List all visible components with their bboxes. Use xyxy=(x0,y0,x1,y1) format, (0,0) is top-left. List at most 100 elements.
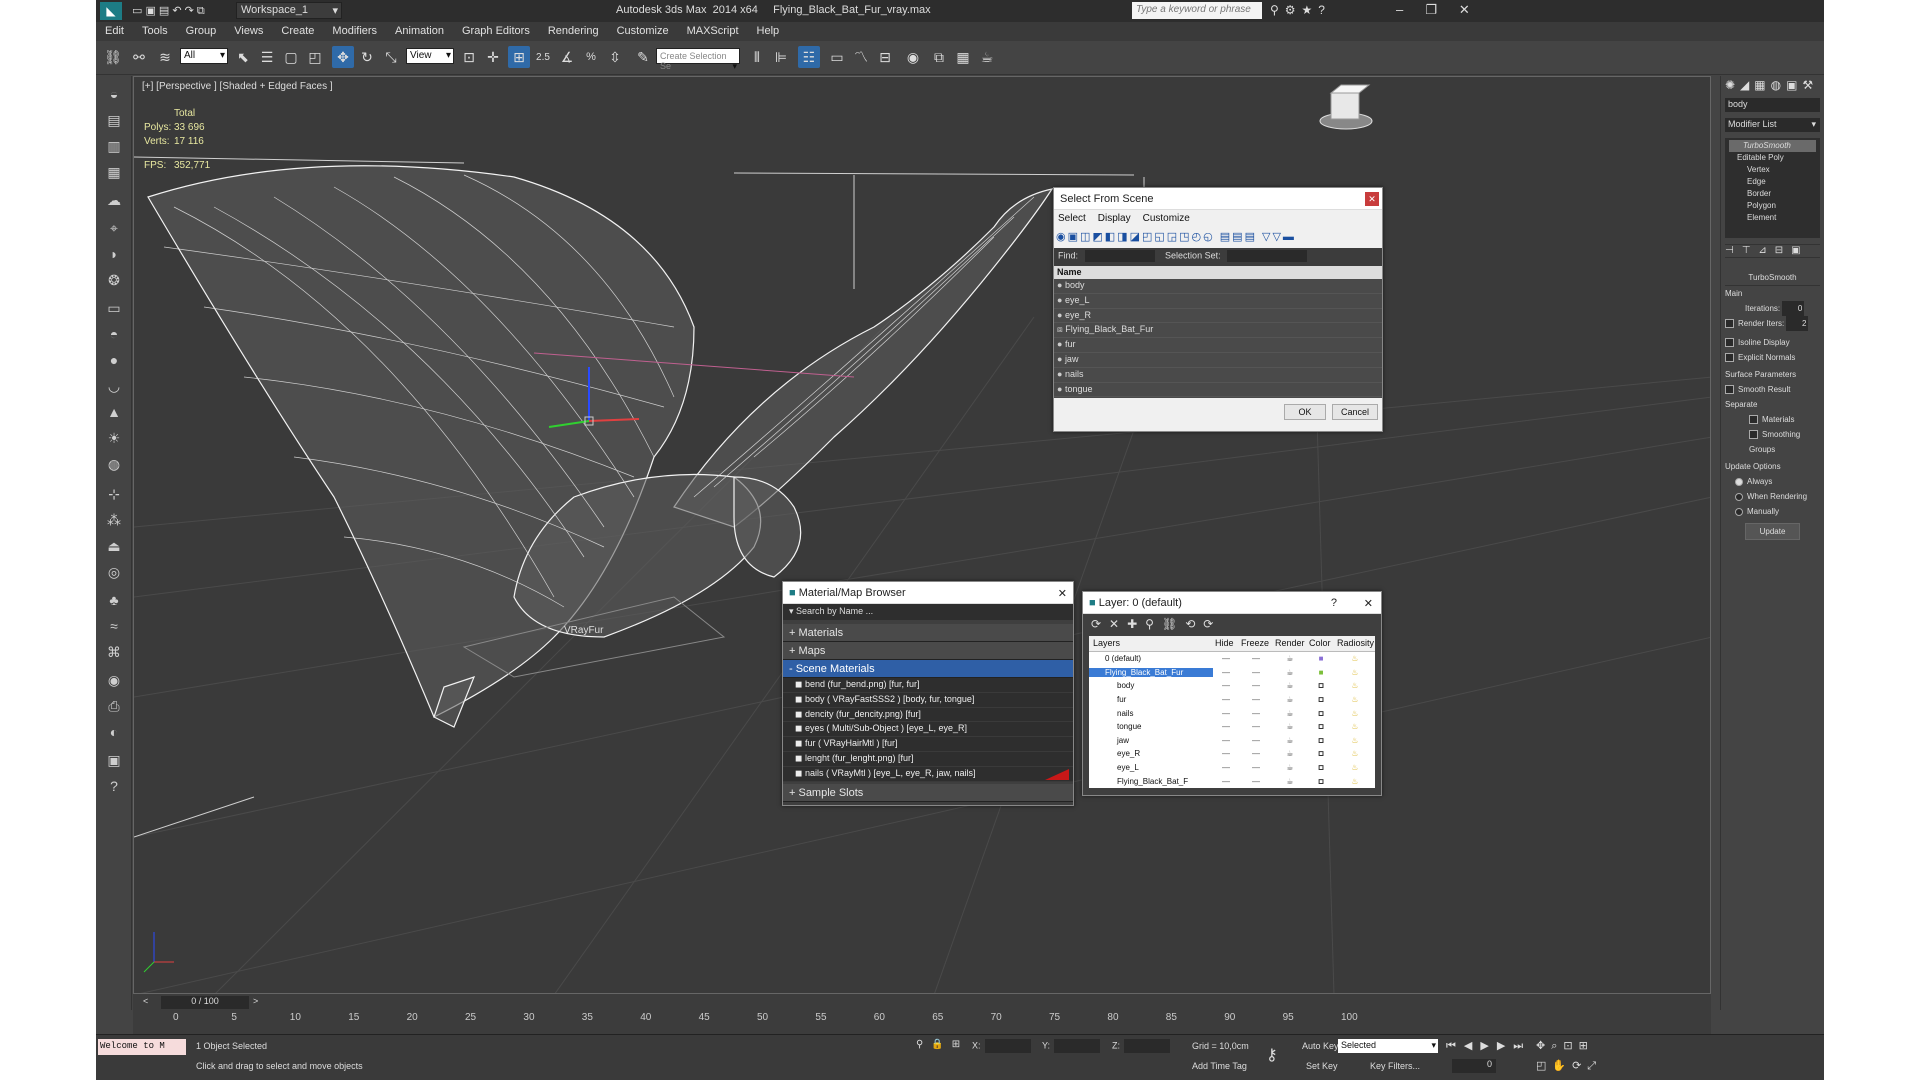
menu-group[interactable]: Group xyxy=(177,22,226,37)
quick-access-icons[interactable]: ▭ ▣ ▤ ↶ ↷ ⧉ xyxy=(132,4,205,18)
menu-tools[interactable]: Tools xyxy=(133,22,177,37)
radiosity-cell[interactable]: ♨ xyxy=(1335,722,1375,731)
tool-icon-8[interactable]: ❂ xyxy=(102,268,126,292)
reference-coord-dropdown[interactable]: View ▾ xyxy=(406,48,454,64)
smooth-result-row[interactable]: Smooth Result xyxy=(1725,382,1820,397)
radiosity-cell[interactable]: ♨ xyxy=(1335,681,1375,690)
maps-group[interactable]: + Maps xyxy=(783,642,1073,660)
menu-maxscript[interactable]: MAXScript xyxy=(678,22,748,37)
plant-icon[interactable]: ♣ xyxy=(102,588,126,612)
selection-filter-dropdown[interactable]: All ▾ xyxy=(180,48,228,64)
window-controls[interactable]: –❐✕ xyxy=(1396,2,1492,18)
disc-icon[interactable]: ◍ xyxy=(102,452,126,476)
help-circle-icon[interactable]: ? xyxy=(102,774,126,798)
set-key-button[interactable]: Set Key xyxy=(1306,1061,1338,1071)
color-cell[interactable]: ■ xyxy=(1307,695,1335,705)
percent-snap-icon[interactable]: % xyxy=(580,46,602,68)
x-field[interactable] xyxy=(984,1039,1031,1053)
playback-controls[interactable]: ⏮◀▶▶⏭ xyxy=(1446,1039,1531,1053)
layer-toolbar[interactable]: ⟳✕✚⚲⛓⟲⟳ xyxy=(1083,614,1381,636)
menu-rendering[interactable]: Rendering xyxy=(539,22,608,37)
help-icons[interactable]: ⚲⚙★? xyxy=(1270,3,1331,17)
scene-material-item[interactable]: ◼ lenght (fur_lenght.png) [fur] xyxy=(783,751,1073,767)
y-field[interactable] xyxy=(1054,1039,1101,1053)
next-frame-icon[interactable]: > xyxy=(253,996,258,1006)
color-cell[interactable]: ■ xyxy=(1307,722,1335,732)
rect-selection-icon[interactable]: ▢ xyxy=(280,46,302,68)
menu-help[interactable]: Help xyxy=(748,22,789,37)
hide-cell[interactable]: — xyxy=(1213,681,1239,690)
select-object-icon[interactable]: ⬉ xyxy=(232,46,254,68)
tool-icon-3[interactable]: ▥ xyxy=(102,134,126,158)
edit-named-selection-icon[interactable]: ✎ xyxy=(632,46,654,68)
color-cell[interactable]: ■ xyxy=(1307,668,1335,677)
col-layers[interactable]: Layers xyxy=(1089,636,1213,651)
when-rendering-row[interactable]: When Rendering xyxy=(1725,489,1820,504)
color-cell[interactable]: ■ xyxy=(1307,776,1335,786)
sun-icon[interactable]: ☀ xyxy=(102,426,126,450)
stack-edge[interactable]: Edge xyxy=(1729,176,1816,188)
stack-tools[interactable]: ⊣⊤⊿⊟▣ xyxy=(1725,244,1820,258)
menu-animation[interactable]: Animation xyxy=(386,22,453,37)
menu-modifiers[interactable]: Modifiers xyxy=(323,22,386,37)
render-cell[interactable]: ☕ xyxy=(1273,695,1307,704)
cancel-button[interactable]: Cancel xyxy=(1332,404,1378,420)
stack-polygon[interactable]: Polygon xyxy=(1729,200,1816,212)
sample-slots-group[interactable]: + Sample Slots xyxy=(783,783,1073,802)
render-cell[interactable]: ☕ xyxy=(1273,681,1307,690)
menu-customize[interactable]: Customize xyxy=(1143,213,1190,224)
scene-material-item[interactable]: ◼ body ( VRayFastSSS2 ) [body, fur, tong… xyxy=(783,692,1073,708)
render-cell[interactable]: ☕ xyxy=(1273,709,1307,718)
layer-row[interactable]: 0 (default) — — ☕ ■ ♨ xyxy=(1089,652,1375,666)
render-tool-icon[interactable]: ▣ xyxy=(102,748,126,772)
object-row[interactable]: ⧈ Flying_Black_Bat_Fur xyxy=(1054,323,1382,339)
object-row[interactable]: ● tongue xyxy=(1054,383,1382,398)
spinner-snap-icon[interactable]: ⇳ xyxy=(604,46,626,68)
particle-icon[interactable]: ⁂ xyxy=(102,508,126,532)
col-freeze[interactable]: Freeze xyxy=(1239,636,1273,651)
schematic-view-icon[interactable]: ⊟ xyxy=(874,46,896,68)
smooth-result-checkbox[interactable] xyxy=(1725,385,1734,395)
close-icon[interactable]: ✕ xyxy=(1365,192,1379,206)
close-icon[interactable]: ✕ xyxy=(1364,597,1373,610)
tool-icon-6[interactable]: ⌖ xyxy=(102,216,126,240)
hide-cell[interactable]: — xyxy=(1213,722,1239,731)
update-button[interactable]: Update xyxy=(1745,523,1800,540)
layer-row[interactable]: eye_R — — ☕ ■ ♨ xyxy=(1089,747,1375,761)
render-cell[interactable]: ☕ xyxy=(1273,749,1307,758)
bowl-icon[interactable]: ◡ xyxy=(102,374,126,398)
key-mode-dropdown[interactable]: Selected ▾ xyxy=(1338,1039,1438,1053)
prev-frame-icon[interactable]: < xyxy=(143,996,148,1006)
isoline-row[interactable]: Isoline Display xyxy=(1725,335,1820,350)
render-cell[interactable]: ☕ xyxy=(1273,722,1307,731)
hair-icon[interactable]: ≈ xyxy=(102,614,126,638)
link-icon[interactable]: ⛓ xyxy=(102,46,124,68)
freeze-cell[interactable]: — xyxy=(1239,668,1273,677)
freeze-cell[interactable]: — xyxy=(1239,749,1273,758)
layer-row[interactable]: fur — — ☕ ■ ♨ xyxy=(1089,693,1375,707)
col-hide[interactable]: Hide xyxy=(1213,636,1239,651)
tool-icon-2[interactable]: ▤ xyxy=(102,108,126,132)
teapot-icon[interactable]: ◐ xyxy=(102,720,126,744)
help-icon[interactable]: ? xyxy=(1331,597,1337,609)
menu-views[interactable]: Views xyxy=(225,22,272,37)
stack-turbosmooth[interactable]: TurboSmooth xyxy=(1729,140,1816,152)
lock-icons[interactable]: ⚲🔒⊞ xyxy=(916,1039,968,1050)
tool-icon-1[interactable]: ◒ xyxy=(102,82,126,106)
rollout-title[interactable]: TurboSmooth xyxy=(1725,270,1820,286)
radiosity-cell[interactable]: ♨ xyxy=(1335,668,1375,677)
tool-icon-7[interactable]: ◗ xyxy=(102,242,126,266)
stack-editable-poly[interactable]: Editable Poly xyxy=(1729,152,1816,164)
manually-row[interactable]: Manually xyxy=(1725,504,1820,519)
radiosity-cell[interactable]: ♨ xyxy=(1335,749,1375,758)
radiosity-cell[interactable]: ♨ xyxy=(1335,777,1375,786)
hide-cell[interactable]: — xyxy=(1213,777,1239,786)
hide-cell[interactable]: — xyxy=(1213,695,1239,704)
hide-cell[interactable]: — xyxy=(1213,763,1239,772)
object-row[interactable]: ● jaw xyxy=(1054,353,1382,368)
rendered-frame-icon[interactable]: ▦ xyxy=(952,46,974,68)
col-render[interactable]: Render xyxy=(1273,636,1307,651)
iterations-input[interactable]: 0 xyxy=(1782,301,1805,316)
tool-icon-5[interactable]: ☁ xyxy=(102,188,126,212)
modifier-list-dropdown[interactable]: Modifier List ▾ xyxy=(1725,118,1820,132)
